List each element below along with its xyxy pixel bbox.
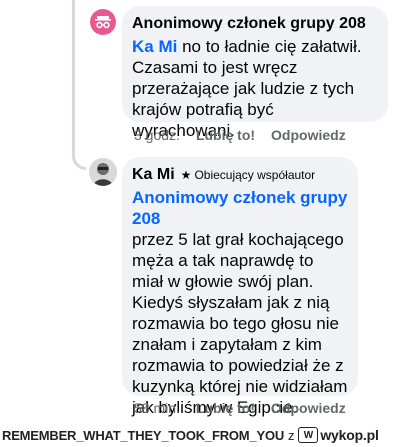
- star-icon: ★: [180, 168, 192, 182]
- avatar[interactable]: [89, 158, 117, 186]
- comment-actions: 3 godz. Lubię to! Odpowiedz: [134, 127, 362, 143]
- thread-connector: [72, 138, 86, 170]
- watermark-footer: REMEMBER_WHAT_THEY_TOOK_FROM_YOU z W wyk…: [0, 423, 400, 447]
- thread-line: [72, 0, 75, 146]
- comment-time[interactable]: 58 min.: [134, 400, 180, 416]
- mention-link[interactable]: Anonimowy członek grupy 208: [132, 188, 347, 228]
- comment-bubble: Anonimowy członek grupy 208 Ka Mi no to …: [122, 6, 388, 140]
- profile-photo-icon: [89, 158, 117, 186]
- comment-author[interactable]: Ka Mi: [132, 165, 175, 185]
- comment-body: przez 5 lat grał kochającego męża a tak …: [132, 230, 348, 417]
- reply-button[interactable]: Odpowiedz: [271, 127, 346, 143]
- reply-button[interactable]: Odpowiedz: [271, 400, 346, 416]
- comment-author[interactable]: Anonimowy członek grupy 208: [132, 14, 378, 34]
- anonymous-avatar[interactable]: [90, 9, 116, 35]
- contributor-badge[interactable]: ★ Obiecujący współautor: [181, 165, 316, 185]
- watermark-tag: REMEMBER_WHAT_THEY_TOOK_FROM_YOU: [2, 427, 285, 443]
- like-button[interactable]: Lubię to!: [196, 127, 255, 143]
- mention-link[interactable]: Ka Mi: [132, 37, 177, 56]
- comment-bubble: Ka Mi ★ Obiecujący współautor Anonimowy …: [122, 157, 358, 417]
- like-button[interactable]: Lubię to!: [196, 400, 255, 416]
- comment-header: Ka Mi ★ Obiecujący współautor: [132, 165, 348, 185]
- comment-text: Anonimowy członek grupy 208 przez 5 lat g…: [132, 187, 348, 418]
- wykop-logo-icon: W: [298, 427, 319, 443]
- comment-actions: 58 min. Lubię to! Odpowiedz: [134, 400, 362, 416]
- incognito-icon: [95, 16, 111, 29]
- comment-text: Ka Mi no to ładnie cię załatwił. Czasami…: [132, 36, 378, 141]
- watermark-connector: z: [288, 427, 295, 443]
- watermark-site: wykop.pl: [320, 427, 379, 443]
- comment-time[interactable]: 3 godz.: [134, 127, 180, 143]
- badge-label: Obiecujący współautor: [194, 168, 316, 182]
